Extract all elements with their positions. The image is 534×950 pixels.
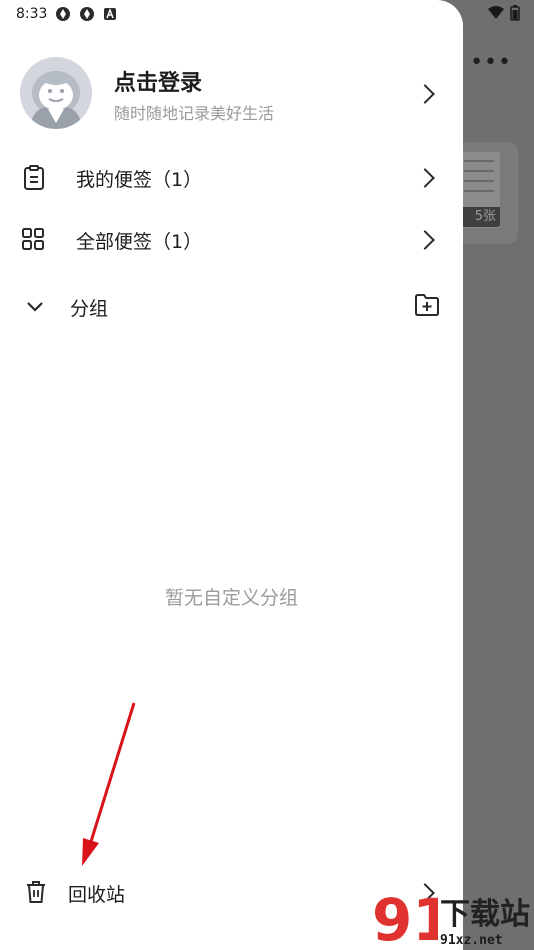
watermark-site: 91xz.net [440,932,503,948]
groups-empty-message: 暂无自定义分组 [164,587,298,609]
menu-item-my-notes[interactable]: 我的便签（1） [0,153,463,201]
status-bar: 8:33 [16,6,119,22]
svg-text:91: 91 [372,888,438,948]
menu-item-label: 全部便签（1） [76,231,203,253]
login-title: 点击登录 [114,71,203,96]
avatar [20,57,92,129]
watermark-title: 下载站 [440,896,530,932]
app-notification-icon [55,6,71,22]
add-folder-icon[interactable] [414,293,440,321]
app-notification-icon [79,6,95,22]
trash-icon [26,880,46,908]
clipboard-icon [22,165,46,195]
watermark-logo: 91 下载站 91xz.net [372,888,530,948]
a-notification-icon [103,6,119,22]
status-time: 8:33 [16,6,48,22]
menu-item-label: 我的便签（1） [76,169,203,191]
groups-header[interactable]: 分组 [0,282,463,330]
chevron-down-icon[interactable] [26,298,44,317]
watermark-91-icon: 91 [372,888,438,948]
grid-icon [22,228,44,254]
menu-item-all-notes[interactable]: 全部便签（1） [0,215,463,263]
login-profile-row[interactable]: 点击登录 随时随地记录美好生活 [20,57,440,129]
login-subtitle: 随时随地记录美好生活 [114,104,275,123]
more-options-icon[interactable]: ••• [470,50,512,75]
chevron-right-icon [415,168,435,188]
chevron-right-icon [415,230,435,250]
wifi-icon [488,6,504,24]
chevron-right-icon [415,84,435,104]
navigation-drawer: 8:33 点击登录 随时随地记录美好生活 我的便签（1） 全部便签（1） 分组 … [0,0,463,950]
battery-icon [510,5,520,25]
recycle-bin-label: 回收站 [68,884,126,906]
status-icons-right [488,5,520,25]
groups-label: 分组 [70,298,109,320]
